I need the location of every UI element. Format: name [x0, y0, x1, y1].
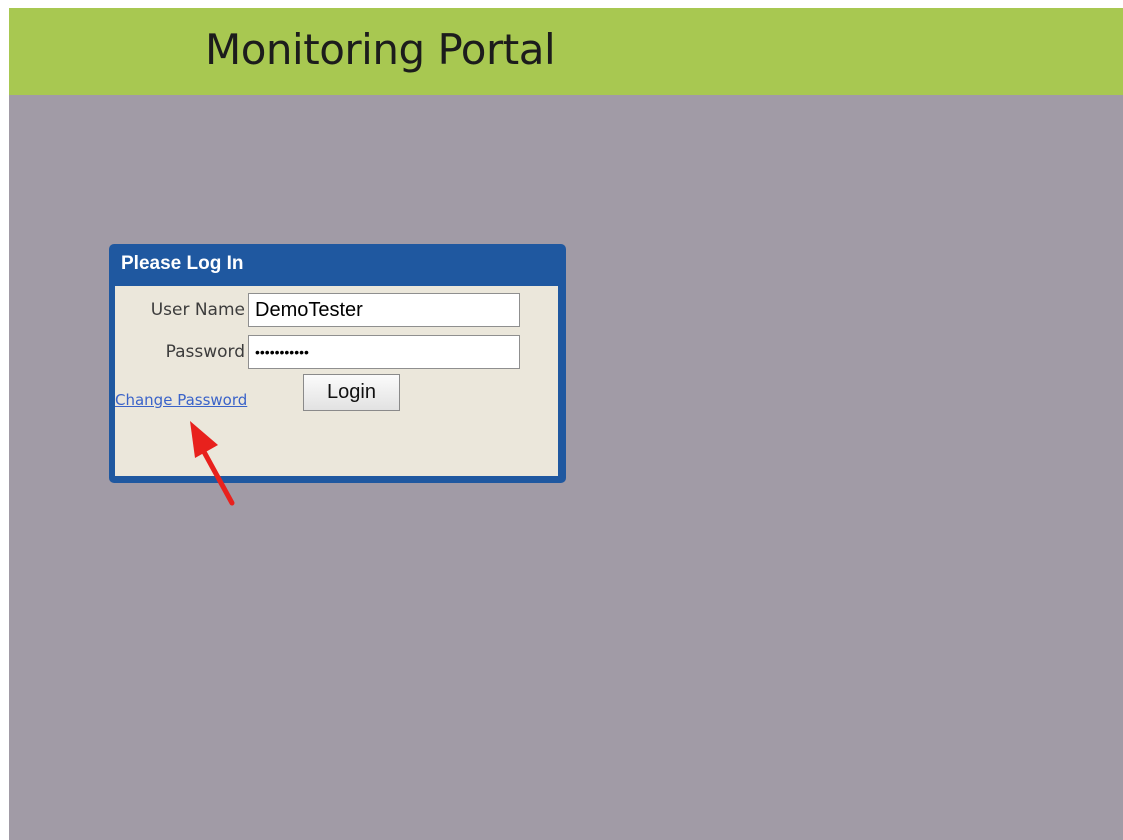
login-panel: Please Log In User Name Password Login C… [109, 244, 566, 483]
page-background: Monitoring Portal Please Log In User Nam… [9, 8, 1123, 840]
username-field[interactable] [248, 293, 520, 327]
login-panel-title: Please Log In [121, 253, 244, 274]
login-button[interactable]: Login [303, 374, 400, 411]
username-label: User Name [150, 300, 245, 320]
page-title: Monitoring Portal [205, 25, 556, 74]
password-label: Password [165, 342, 245, 362]
header-bar: Monitoring Portal [9, 8, 1123, 95]
password-field[interactable] [248, 335, 520, 369]
login-form: User Name Password Login Change Password [115, 286, 558, 476]
change-password-link[interactable]: Change Password [115, 390, 247, 410]
